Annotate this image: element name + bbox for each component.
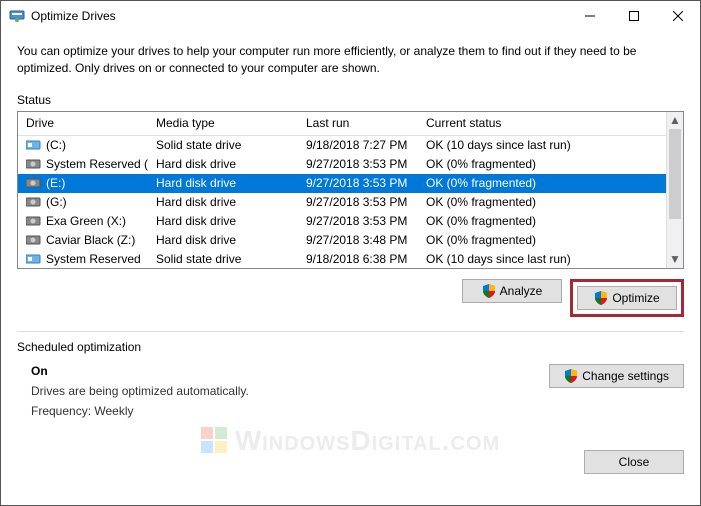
scheduled-state: On xyxy=(31,364,549,378)
current-status: OK (10 days since last run) xyxy=(418,137,666,153)
bottom-buttons-row: Close xyxy=(1,432,700,488)
table-row[interactable]: (G:) Hard disk drive9/27/2018 3:53 PMOK (… xyxy=(18,193,666,212)
media-type: Hard disk drive xyxy=(148,232,298,248)
last-run: 9/27/2018 3:53 PM xyxy=(298,156,418,172)
table-header: Drive Media type Last run Current status xyxy=(18,112,683,136)
last-run: 9/27/2018 3:48 PM xyxy=(298,232,418,248)
action-buttons-row: Analyze Optimize xyxy=(1,269,700,327)
scroll-track[interactable] xyxy=(667,129,683,251)
drive-name: System Reserved xyxy=(46,252,141,266)
scrollbar[interactable]: ▲ ▼ xyxy=(666,112,683,268)
scheduled-freq: Frequency: Weekly xyxy=(31,404,549,418)
drive-icon xyxy=(26,215,42,227)
drive-name: (C:) xyxy=(46,138,66,152)
table-row[interactable]: (E:) Hard disk drive9/27/2018 3:53 PMOK (… xyxy=(18,174,666,193)
minimize-button[interactable] xyxy=(568,1,612,31)
optimize-label: Optimize xyxy=(612,291,659,305)
change-settings-button[interactable]: Change settings xyxy=(549,364,684,388)
drive-icon xyxy=(26,177,42,189)
drive-name: Exa Green (X:) xyxy=(46,214,126,228)
current-status: OK (0% fragmented) xyxy=(418,175,666,191)
media-type: Hard disk drive xyxy=(148,194,298,210)
current-status: OK (0% fragmented) xyxy=(418,213,666,229)
drive-icon xyxy=(26,139,42,151)
drive-icon xyxy=(26,158,42,170)
col-status[interactable]: Current status xyxy=(418,112,666,135)
current-status: OK (0% fragmented) xyxy=(418,194,666,210)
current-status: OK (10 days since last run) xyxy=(418,251,666,267)
drive-name: System Reserved (D:) xyxy=(46,157,148,171)
close-dialog-button[interactable]: Close xyxy=(584,450,684,474)
scheduled-desc: Drives are being optimized automatically… xyxy=(31,384,549,398)
media-type: Hard disk drive xyxy=(148,175,298,191)
drive-name: (G:) xyxy=(46,195,67,209)
optimize-highlight: Optimize xyxy=(570,279,684,317)
titlebar: Optimize Drives xyxy=(1,1,700,31)
scheduled-label: Scheduled optimization xyxy=(1,332,700,358)
scroll-down-button[interactable]: ▼ xyxy=(667,251,683,268)
col-drive[interactable]: Drive xyxy=(18,112,148,135)
scheduled-section: On Drives are being optimized automatica… xyxy=(1,358,700,432)
window-title: Optimize Drives xyxy=(31,9,568,23)
media-type: Solid state drive xyxy=(148,251,298,267)
current-status: OK (0% fragmented) xyxy=(418,156,666,172)
media-type: Hard disk drive xyxy=(148,213,298,229)
shield-icon xyxy=(564,369,578,383)
change-settings-label: Change settings xyxy=(582,369,669,383)
drive-icon xyxy=(26,234,42,246)
close-button[interactable] xyxy=(656,1,700,31)
media-type: Solid state drive xyxy=(148,137,298,153)
drives-table: Drive Media type Last run Current status… xyxy=(17,111,684,269)
description-text: You can optimize your drives to help you… xyxy=(1,31,700,85)
current-status: OK (0% fragmented) xyxy=(418,232,666,248)
col-media[interactable]: Media type xyxy=(148,112,298,135)
table-row[interactable]: Exa Green (X:) Hard disk drive9/27/2018 3… xyxy=(18,212,666,231)
table-body[interactable]: (C:)Solid state drive9/18/2018 7:27 PMOK… xyxy=(18,136,683,268)
table-row[interactable]: Caviar Black (Z:) Hard disk drive9/27/201… xyxy=(18,231,666,250)
media-type: Hard disk drive xyxy=(148,156,298,172)
optimize-button[interactable]: Optimize xyxy=(577,286,677,310)
last-run: 9/27/2018 3:53 PM xyxy=(298,175,418,191)
last-run: 9/18/2018 7:27 PM xyxy=(298,137,418,153)
close-label: Close xyxy=(619,455,650,469)
last-run: 9/18/2018 6:38 PM xyxy=(298,251,418,267)
table-row[interactable]: (C:) Solid state drive9/18/2018 7:27 PMOK… xyxy=(18,136,666,155)
analyze-label: Analyze xyxy=(500,284,543,298)
shield-icon xyxy=(594,291,608,305)
drive-name: (E:) xyxy=(46,176,65,190)
maximize-button[interactable] xyxy=(612,1,656,31)
scroll-thumb[interactable] xyxy=(669,129,681,219)
analyze-button[interactable]: Analyze xyxy=(462,279,562,303)
scroll-up-button[interactable]: ▲ xyxy=(667,112,683,129)
app-icon xyxy=(9,8,25,24)
table-row[interactable]: System Reserved Solid state drive9/18/201… xyxy=(18,250,666,268)
table-row[interactable]: System Reserved (D:)Hard disk drive9/27/… xyxy=(18,155,666,174)
drive-icon xyxy=(26,253,42,265)
col-last[interactable]: Last run xyxy=(298,112,418,135)
last-run: 9/27/2018 3:53 PM xyxy=(298,194,418,210)
drive-name: Caviar Black (Z:) xyxy=(46,233,135,247)
shield-icon xyxy=(482,284,496,298)
drive-icon xyxy=(26,196,42,208)
status-label: Status xyxy=(1,85,700,111)
last-run: 9/27/2018 3:53 PM xyxy=(298,213,418,229)
